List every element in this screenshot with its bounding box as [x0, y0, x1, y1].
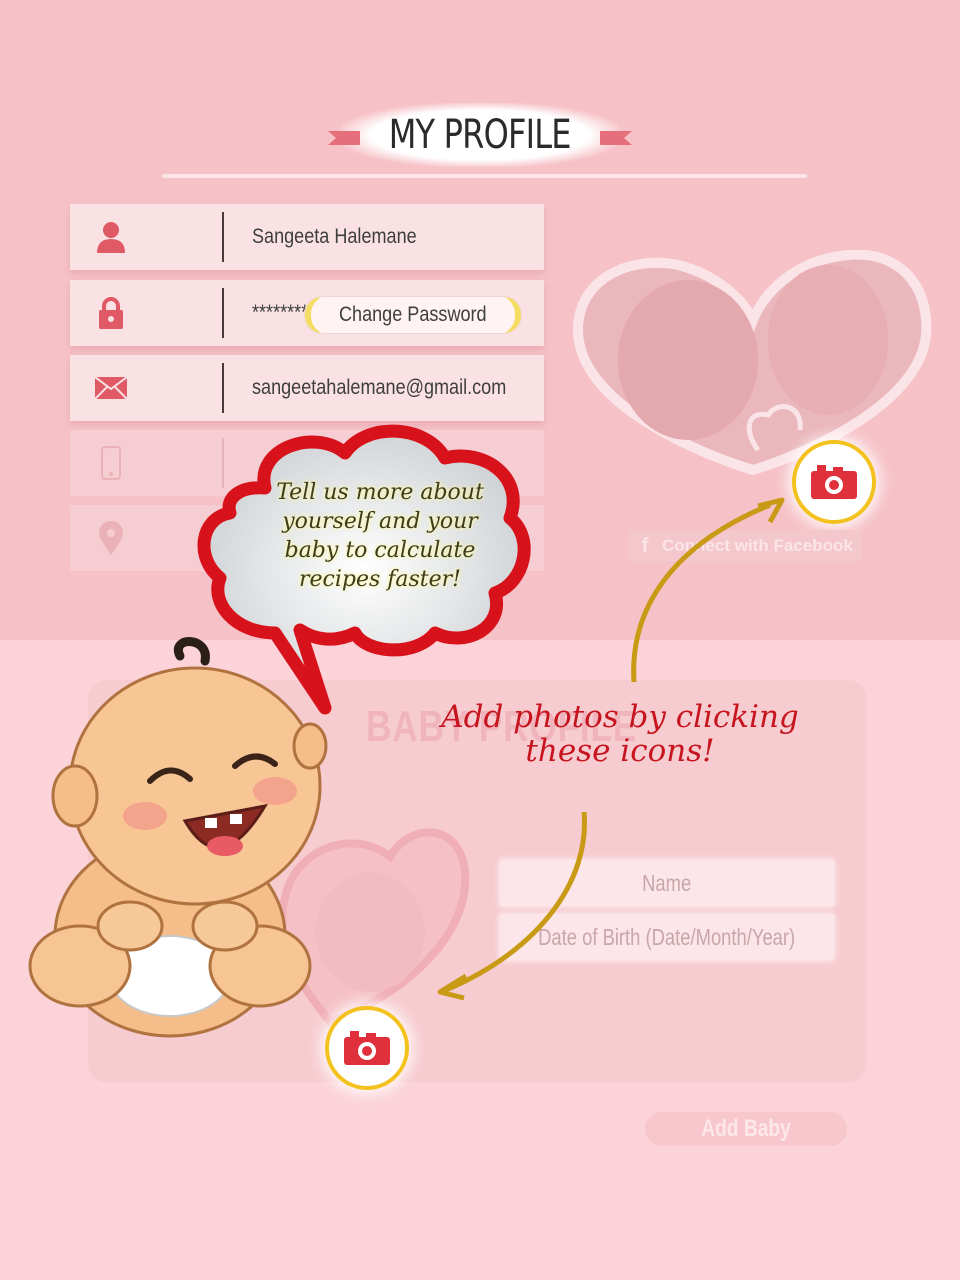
mail-icon [70, 355, 152, 421]
title-divider [162, 174, 807, 178]
password-field[interactable]: ******** Change Password [70, 280, 544, 346]
photo-person-left [618, 280, 758, 440]
connect-facebook-button[interactable]: f Connect with Facebook [628, 530, 862, 562]
location-pin-icon [70, 505, 152, 571]
baby-name-input[interactable]: Name [500, 860, 834, 906]
email-field[interactable]: sangeetahalemane@gmail.com [70, 355, 544, 421]
page-title: MY PROFILE [389, 112, 572, 158]
baby-dob-input[interactable]: Date of Birth (Date/Month/Year) [500, 914, 834, 960]
ribbon-left-decoration [328, 131, 360, 145]
profile-camera-button[interactable] [792, 440, 876, 524]
email-value[interactable]: sangeetahalemane@gmail.com [252, 355, 506, 421]
photo-person-right [768, 265, 888, 415]
camera-icon [344, 1031, 390, 1065]
add-baby-button[interactable]: Add Baby [645, 1112, 847, 1146]
change-password-button[interactable]: Change Password [304, 296, 522, 334]
photo-tip-text: Add photos by clicking these icons! [441, 699, 799, 769]
baby-mascot-illustration [28, 637, 328, 1038]
name-field[interactable]: Sangeeta Halemane [70, 204, 544, 270]
phone-icon [70, 430, 152, 496]
facebook-label: Connect with Facebook [662, 536, 853, 555]
baby-camera-button[interactable] [325, 1006, 409, 1090]
camera-icon [811, 465, 857, 499]
page-header: MY PROFILE [320, 95, 640, 175]
ribbon-right-decoration [600, 131, 632, 145]
profile-photo-frame[interactable] [568, 250, 938, 480]
name-value[interactable]: Sangeeta Halemane [252, 204, 417, 270]
lock-icon [70, 280, 152, 346]
bubble-text: Tell us more about yourself and your bab… [276, 480, 484, 592]
user-icon [70, 204, 152, 270]
facebook-icon: f [641, 534, 649, 557]
password-value[interactable]: ******** [252, 280, 308, 346]
